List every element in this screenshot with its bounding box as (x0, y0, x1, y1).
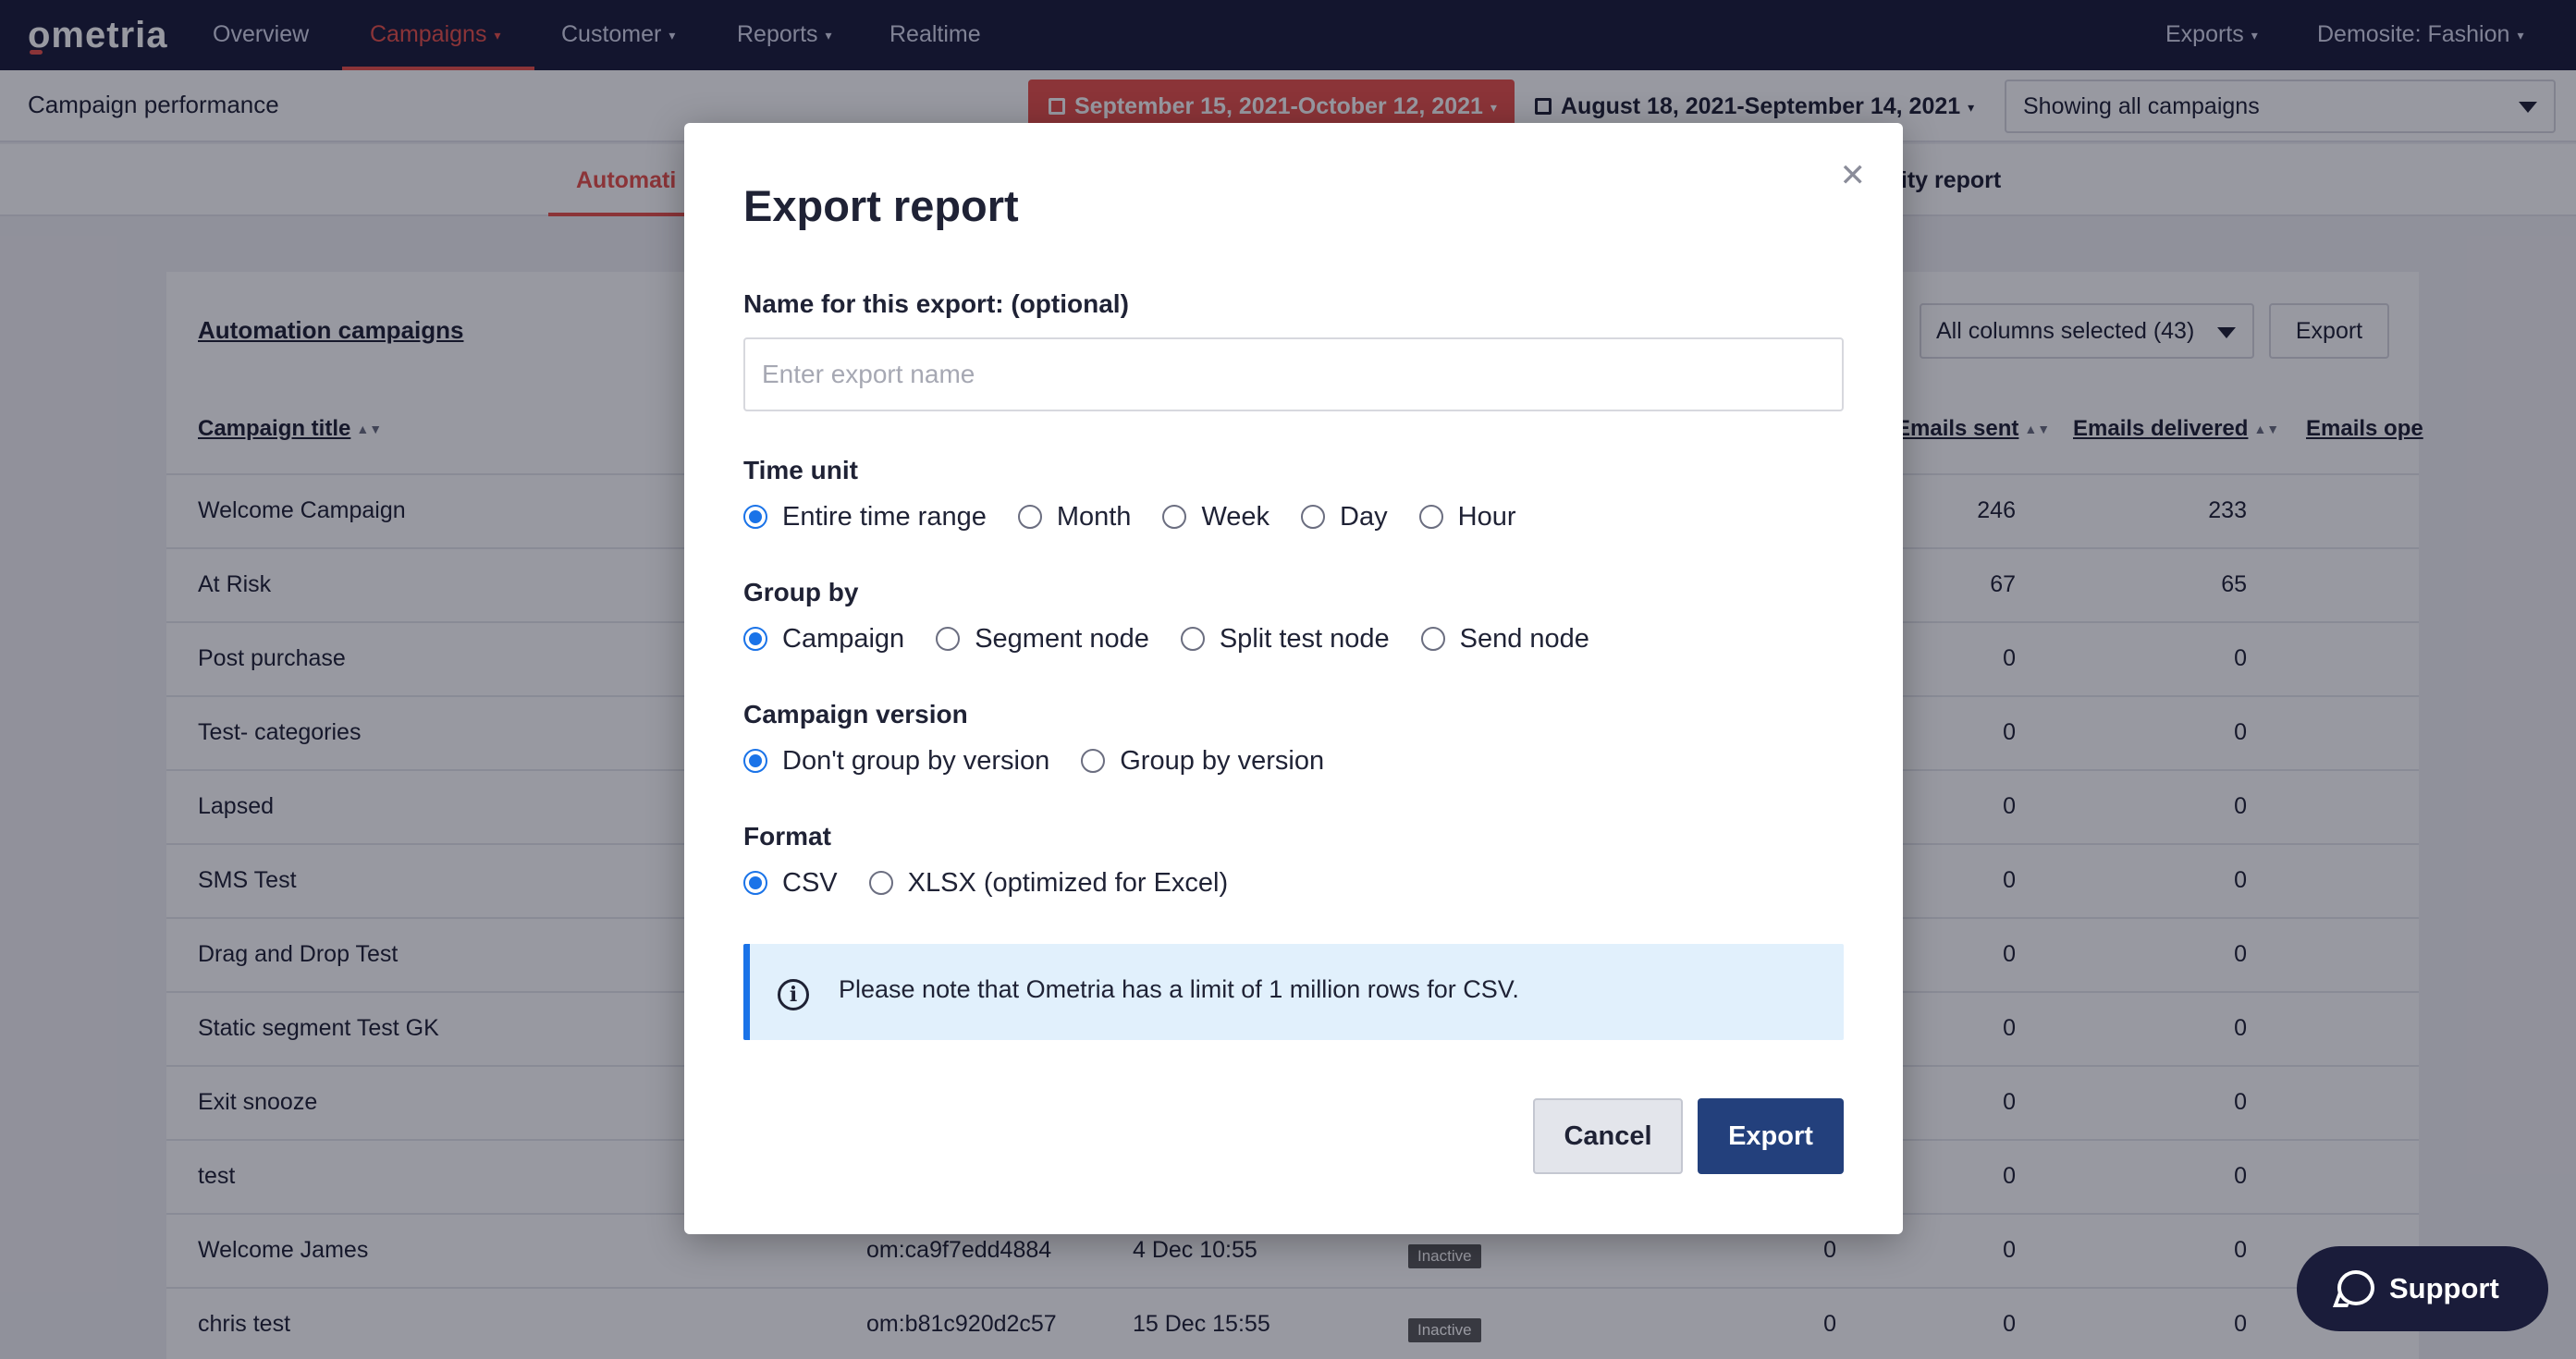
radio-label: Segment node (975, 623, 1149, 654)
group-by-label: Group by (743, 578, 859, 606)
radio-dont-group-by-version[interactable]: Don't group by version (743, 746, 1049, 777)
radio-label: CSV (782, 867, 838, 898)
radio-label: Don't group by version (782, 745, 1050, 776)
close-icon[interactable]: ✕ (1840, 160, 1867, 191)
radio-checked-icon (743, 505, 767, 529)
group-by-options: Campaign Segment node Split test node Se… (743, 620, 1621, 657)
radio-checked-icon (743, 627, 767, 651)
cancel-button[interactable]: Cancel (1533, 1098, 1683, 1174)
radio-xlsx[interactable]: XLSX (optimized for Excel) (868, 867, 1229, 899)
radio-label: Week (1201, 501, 1270, 532)
radio-split-test-node[interactable]: Split test node (1180, 623, 1390, 655)
radio-label: Group by version (1120, 745, 1325, 776)
radio-label: Entire time range (782, 501, 987, 532)
chat-bubble-icon (2337, 1270, 2374, 1305)
radio-label: Campaign (782, 623, 905, 654)
radio-unchecked-icon (1420, 627, 1445, 651)
radio-day[interactable]: Day (1301, 502, 1388, 533)
support-button[interactable]: Support (2297, 1246, 2548, 1331)
radio-unchecked-icon (1301, 505, 1326, 529)
radio-campaign[interactable]: Campaign (743, 624, 904, 655)
radio-segment-node[interactable]: Segment node (936, 624, 1149, 655)
export-name-label: Name for this export: (optional) (743, 289, 1129, 318)
radio-month[interactable]: Month (1017, 501, 1132, 533)
radio-unchecked-icon (1081, 749, 1106, 773)
format-options: CSV XLSX (optimized for Excel) (743, 864, 1259, 901)
radio-label: Hour (1457, 501, 1516, 532)
radio-hour[interactable]: Hour (1418, 501, 1516, 533)
info-icon: i (778, 979, 809, 1010)
radio-group-by-version[interactable]: Group by version (1081, 746, 1324, 777)
time-unit-options: Entire time range Month Week Day Hour (743, 498, 1547, 535)
time-unit-label: Time unit (743, 456, 858, 484)
radio-csv[interactable]: CSV (743, 868, 838, 899)
radio-checked-icon (743, 749, 767, 773)
radio-label: XLSX (optimized for Excel) (907, 867, 1229, 898)
radio-label: Send node (1459, 623, 1589, 654)
radio-checked-icon (743, 871, 767, 895)
radio-week[interactable]: Week (1162, 502, 1270, 533)
modal-title: Export report (743, 181, 1019, 230)
export-name-input[interactable] (743, 337, 1844, 411)
radio-label: Day (1340, 501, 1388, 532)
campaign-version-options: Don't group by version Group by version (743, 742, 1355, 779)
radio-unchecked-icon (1418, 505, 1443, 529)
campaign-version-label: Campaign version (743, 700, 968, 728)
radio-label: Split test node (1219, 623, 1390, 654)
format-label: Format (743, 822, 831, 851)
radio-send-node[interactable]: Send node (1420, 623, 1589, 655)
csv-limit-notice: i Please note that Ometria has a limit o… (743, 944, 1844, 1040)
radio-label: Month (1056, 501, 1132, 532)
support-label: Support (2389, 1272, 2499, 1304)
radio-unchecked-icon (1017, 505, 1042, 529)
radio-entire-time-range[interactable]: Entire time range (743, 502, 987, 533)
notice-text: Please note that Ometria has a limit of … (839, 975, 1519, 1003)
export-button[interactable]: Export (1698, 1098, 1844, 1174)
export-report-modal: ✕ Export report Name for this export: (o… (684, 123, 1903, 1234)
radio-unchecked-icon (868, 871, 893, 895)
radio-unchecked-icon (1180, 627, 1205, 651)
radio-unchecked-icon (1162, 505, 1187, 529)
radio-unchecked-icon (936, 627, 961, 651)
